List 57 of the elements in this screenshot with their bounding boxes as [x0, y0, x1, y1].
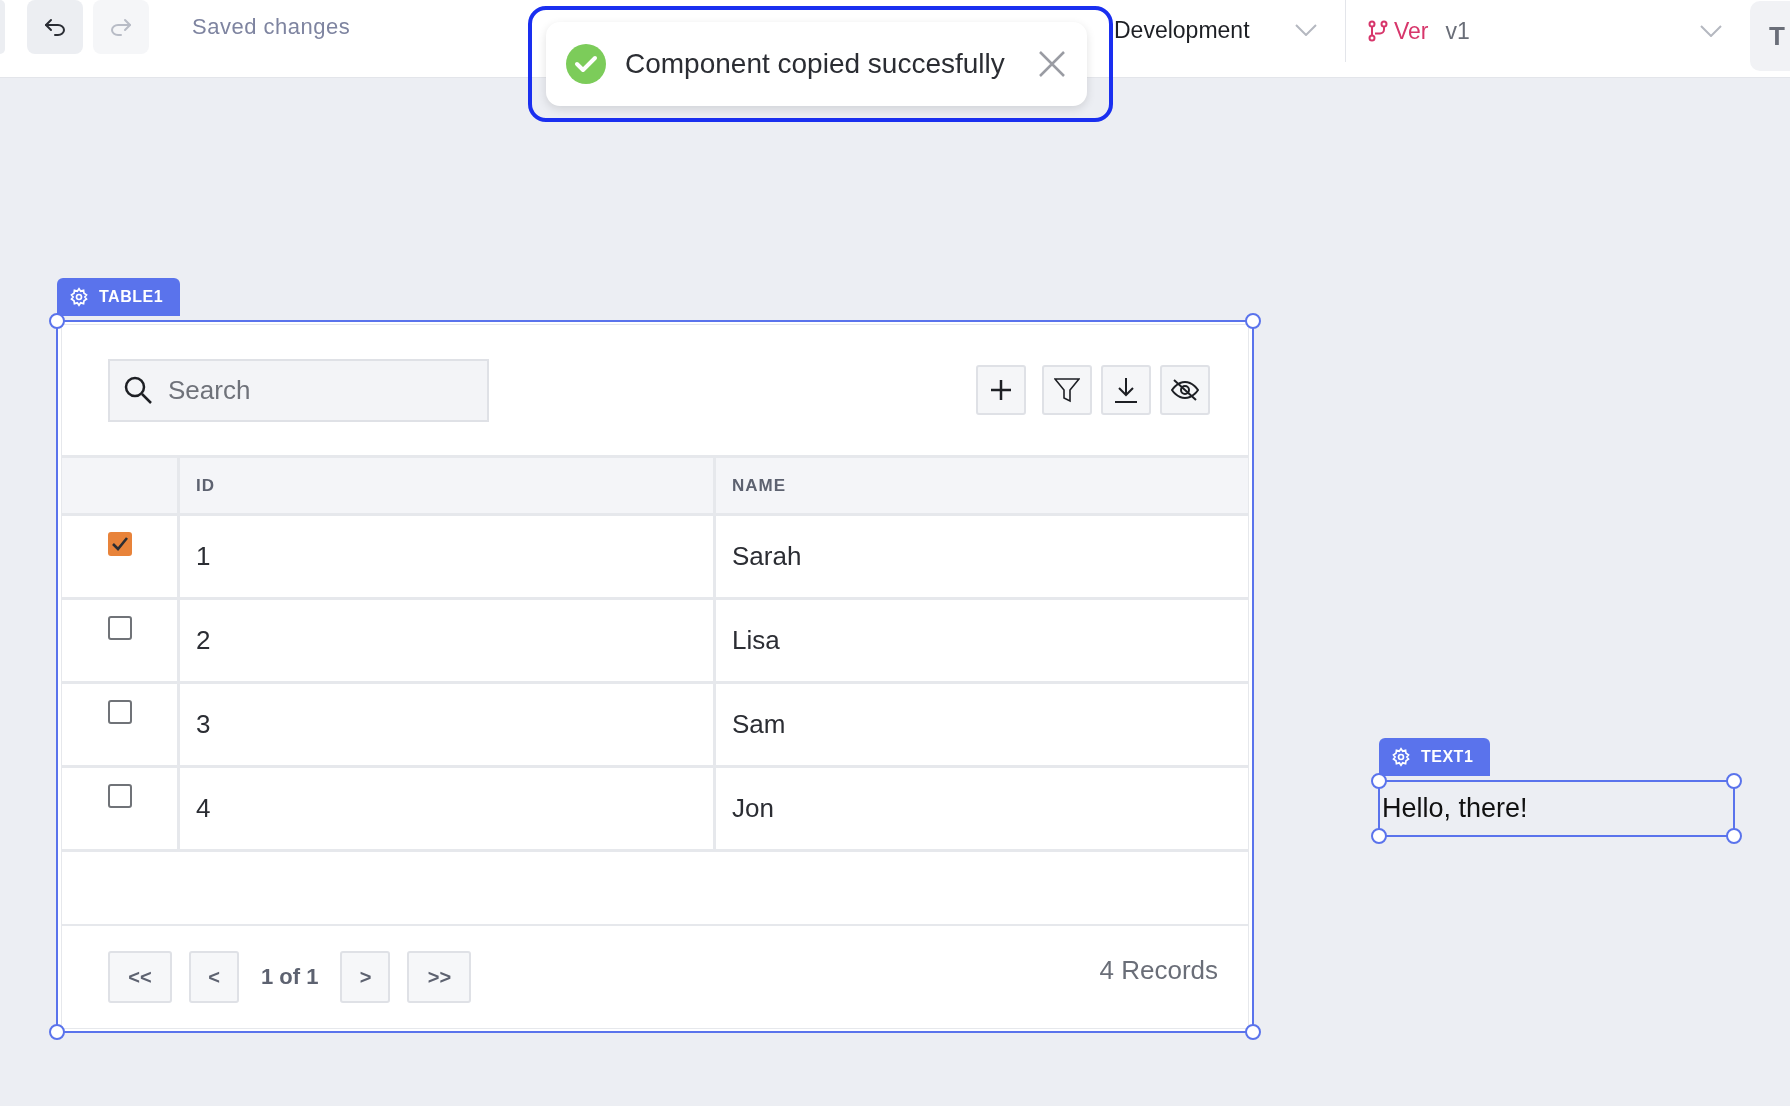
- resize-handle[interactable]: [1245, 313, 1261, 329]
- widget-label[interactable]: TEXT1: [1379, 738, 1490, 776]
- redo-icon: [110, 18, 132, 36]
- eye-off-icon: [1171, 378, 1199, 402]
- search-icon: [124, 375, 152, 404]
- text-widget: Hello, there!: [1382, 793, 1528, 824]
- close-icon: [1039, 51, 1065, 77]
- next-page-button[interactable]: >: [340, 951, 391, 1003]
- table-cell: 2: [180, 600, 716, 684]
- plus-icon: [990, 379, 1012, 401]
- last-page-button[interactable]: >>: [407, 951, 472, 1003]
- success-icon: [566, 44, 606, 84]
- table-cell: Sam: [716, 684, 1248, 768]
- search-field[interactable]: Search: [108, 358, 489, 422]
- settings-icon: [1391, 747, 1411, 767]
- environment-dropdown[interactable]: Development: [1098, 0, 1345, 78]
- download-icon: [1114, 377, 1138, 403]
- close-button[interactable]: [1039, 51, 1065, 77]
- row-checkbox[interactable]: [107, 616, 132, 640]
- undo-icon: [44, 18, 66, 36]
- resize-handle[interactable]: [49, 1024, 65, 1040]
- table-cell: 4: [180, 768, 716, 852]
- first-page-button[interactable]: <<: [108, 951, 172, 1003]
- settings-icon: [69, 287, 89, 307]
- table-cell: Lisa: [716, 600, 1248, 684]
- page-indicator: 1 of 1: [261, 964, 319, 990]
- resize-handle[interactable]: [1371, 828, 1387, 844]
- version-dropdown[interactable]: Ver v1: [1346, 0, 1750, 62]
- toolbar-button[interactable]: T: [1750, 1, 1790, 71]
- filter-icon: [1054, 377, 1080, 403]
- table-cell: Jon: [716, 768, 1248, 852]
- previous-page-button[interactable]: <: [189, 951, 239, 1003]
- filter-button[interactable]: [1042, 365, 1092, 415]
- add-button[interactable]: [976, 365, 1026, 415]
- widget-label[interactable]: TABLE1: [57, 278, 180, 316]
- record-count: 4 Records: [1099, 954, 1218, 986]
- table-cell: Sarah: [716, 516, 1248, 600]
- resize-handle[interactable]: [1726, 828, 1742, 844]
- row-checkbox[interactable]: [107, 532, 132, 556]
- row-checkbox[interactable]: [107, 784, 132, 808]
- resize-handle[interactable]: [1245, 1024, 1261, 1040]
- column-header: ID: [180, 455, 716, 516]
- table-cell: 3: [180, 684, 716, 768]
- chevron-down-icon: [1295, 24, 1317, 36]
- resize-handle[interactable]: [1371, 773, 1387, 789]
- download-button[interactable]: [1101, 365, 1151, 415]
- chevron-down-icon: [1700, 25, 1722, 37]
- branch-icon: [1368, 20, 1388, 42]
- column-header: NAME: [716, 455, 1248, 516]
- save-status: Saved changes: [192, 14, 351, 40]
- row-checkbox[interactable]: [107, 700, 132, 724]
- resize-handle[interactable]: [1726, 773, 1742, 789]
- toast-message: Component copied succesfully: [625, 48, 1005, 80]
- undo-button[interactable]: [27, 0, 83, 54]
- resize-handle[interactable]: [49, 313, 65, 329]
- table-cell: 1: [180, 516, 716, 600]
- hide-columns-button[interactable]: [1160, 365, 1210, 415]
